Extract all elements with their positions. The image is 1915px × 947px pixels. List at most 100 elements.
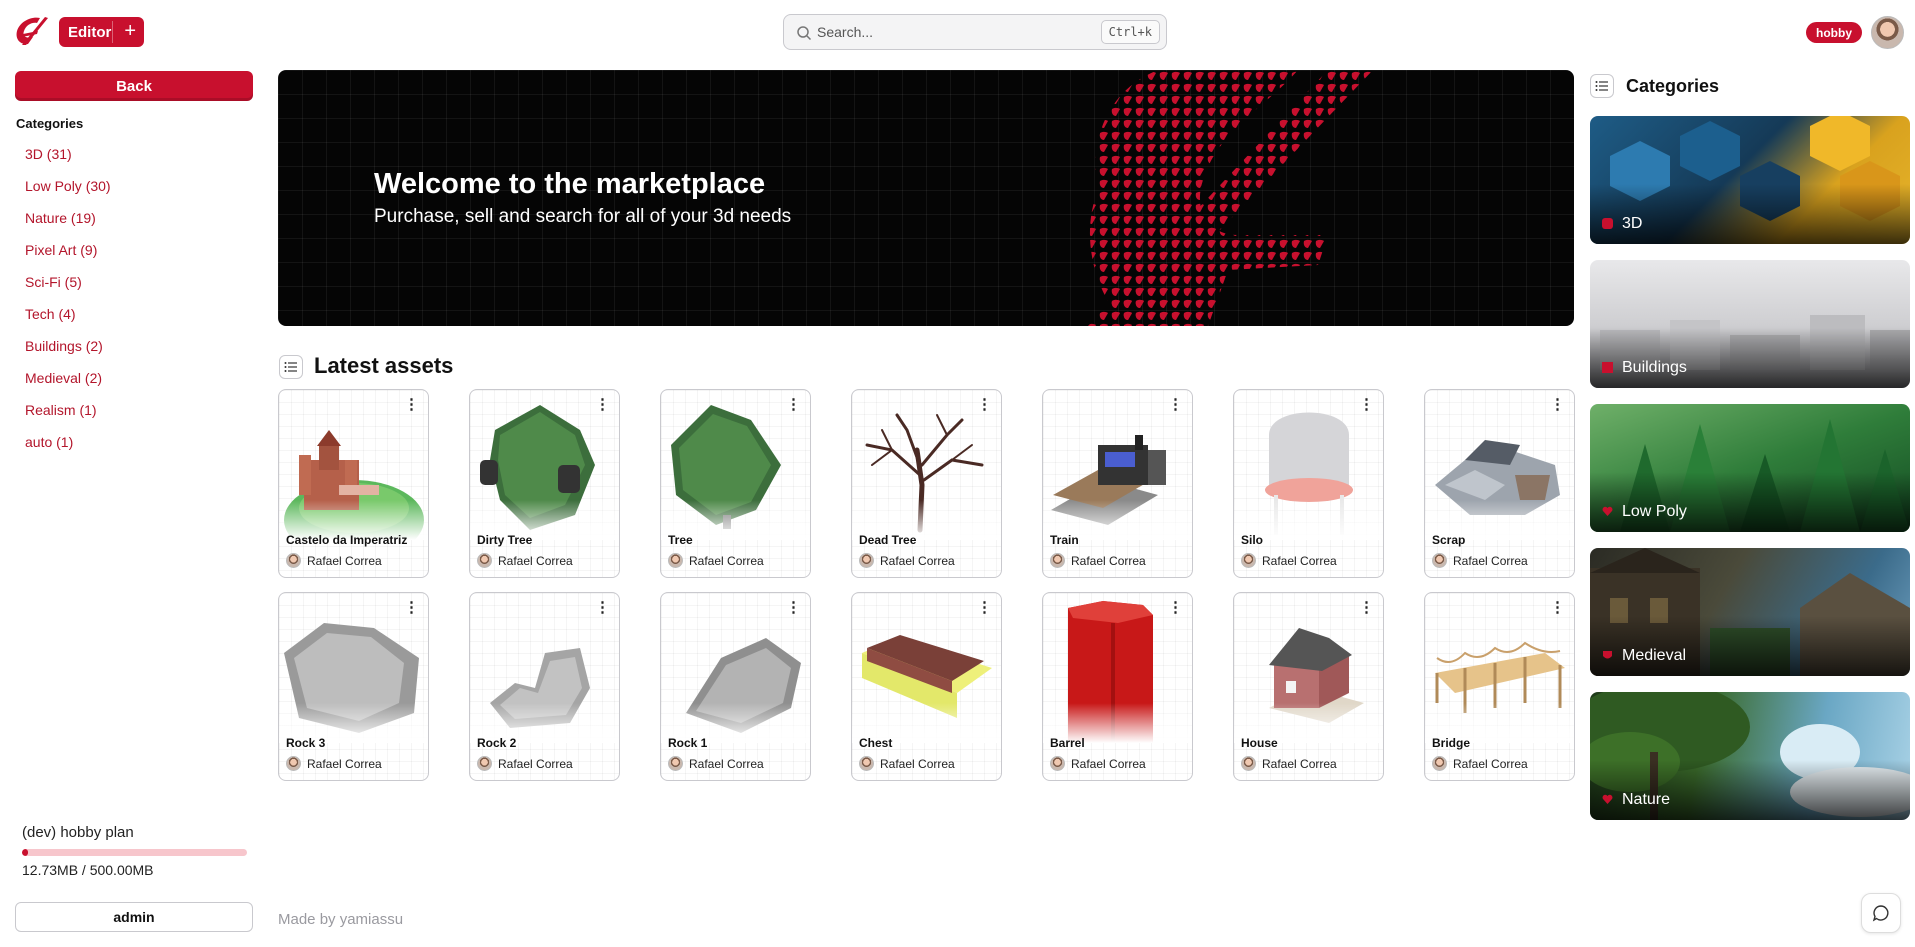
asset-author[interactable]: Rafael Correa	[286, 553, 382, 568]
back-button[interactable]: Back	[15, 71, 253, 101]
asset-card[interactable]: ⋮ Rock 1 Rafael Correa	[660, 592, 811, 781]
category-glyph-icon	[1602, 794, 1613, 804]
sidebar-item-tech[interactable]: Tech (4)	[25, 304, 111, 336]
category-label: 3D	[1622, 215, 1643, 232]
kebab-menu-icon[interactable]: ⋮	[404, 600, 419, 615]
asset-card[interactable]: ⋮ House Rafael Correa	[1233, 592, 1384, 781]
sidebar-item-3d[interactable]: 3D (31)	[25, 144, 111, 176]
kebab-menu-icon[interactable]: ⋮	[595, 600, 610, 615]
asset-card[interactable]: ⋮ Scrap Rafael Correa	[1424, 389, 1575, 578]
sidebar-item-pixel-art[interactable]: Pixel Art (9)	[25, 240, 111, 272]
category-glyph-icon	[1602, 218, 1613, 229]
asset-author[interactable]: Rafael Correa	[1050, 756, 1146, 771]
asset-card[interactable]: ⋮ Tree Rafael Correa	[660, 389, 811, 578]
storage-progress-fill	[22, 849, 28, 856]
asset-author[interactable]: Rafael Correa	[1241, 756, 1337, 771]
editor-button[interactable]: Editor +	[59, 17, 144, 47]
asset-name: Tree	[668, 533, 693, 547]
author-avatar	[286, 553, 301, 568]
search-icon	[797, 26, 812, 41]
chat-button[interactable]	[1861, 893, 1901, 933]
sidebar-item-low-poly[interactable]: Low Poly (30)	[25, 176, 111, 208]
asset-author[interactable]: Rafael Correa	[859, 553, 955, 568]
search-placeholder: Search...	[817, 24, 874, 40]
author-avatar	[1241, 756, 1256, 771]
author-avatar	[477, 553, 492, 568]
storage-progress-bar	[22, 849, 247, 856]
sidebar-item-medieval[interactable]: Medieval (2)	[25, 368, 111, 400]
asset-card[interactable]: ⋮ Rock 3 Rafael Correa	[278, 592, 429, 781]
asset-name: Scrap	[1432, 533, 1466, 547]
asset-name: Dirty Tree	[477, 533, 533, 547]
kebab-menu-icon[interactable]: ⋮	[1168, 600, 1183, 615]
asset-author[interactable]: Rafael Correa	[1241, 553, 1337, 568]
asset-card[interactable]: ⋮ Train Rafael Correa	[1042, 389, 1193, 578]
author-avatar	[668, 553, 683, 568]
sidebar-item-nature[interactable]: Nature (19)	[25, 208, 111, 240]
footer-credit: Made by yamiassu	[278, 911, 404, 928]
asset-author[interactable]: Rafael Correa	[477, 756, 573, 771]
asset-card[interactable]: ⋮ Barrel Rafael Correa	[1042, 592, 1193, 781]
asset-author[interactable]: Rafael Correa	[1432, 553, 1528, 568]
kebab-menu-icon[interactable]: ⋮	[1168, 397, 1183, 412]
asset-name: Rock 1	[668, 736, 708, 750]
asset-author[interactable]: Rafael Correa	[1432, 756, 1528, 771]
asset-author[interactable]: Rafael Correa	[477, 553, 573, 568]
user-menu-button[interactable]: admin	[15, 902, 253, 932]
kebab-menu-icon[interactable]: ⋮	[786, 600, 801, 615]
kebab-menu-icon[interactable]: ⋮	[977, 397, 992, 412]
category-card-buildings[interactable]: Buildings	[1590, 260, 1910, 388]
category-card-low-poly[interactable]: Low Poly	[1590, 404, 1910, 532]
author-avatar	[859, 553, 874, 568]
kebab-menu-icon[interactable]: ⋮	[1359, 397, 1374, 412]
asset-name: Rock 2	[477, 736, 517, 750]
asset-card[interactable]: ⋮ Dirty Tree Rafael Correa	[469, 389, 620, 578]
author-avatar	[859, 756, 874, 771]
category-label: Nature	[1622, 791, 1671, 808]
logo-icon[interactable]	[14, 15, 48, 47]
latest-assets-title: Latest assets	[314, 353, 454, 378]
storage-plan: (dev) hobby plan 12.73MB / 500.00MB	[22, 824, 250, 878]
author-avatar	[1432, 553, 1447, 568]
asset-card[interactable]: ⋮ Silo Rafael Correa	[1233, 389, 1384, 578]
author-avatar	[286, 756, 301, 771]
asset-name: Chest	[859, 736, 893, 750]
category-card-medieval[interactable]: Medieval	[1590, 548, 1910, 676]
asset-card[interactable]: ⋮ Castelo da Imperatriz Rafael Correa	[278, 389, 429, 578]
list-icon	[1590, 74, 1614, 98]
category-label: Medieval	[1622, 647, 1687, 664]
category-glyph-icon	[1602, 506, 1613, 516]
asset-name: Rock 3	[286, 736, 326, 750]
asset-author[interactable]: Rafael Correa	[668, 553, 764, 568]
sidebar-category-list: 3D (31) Low Poly (30) Nature (19) Pixel …	[25, 144, 111, 464]
asset-card[interactable]: ⋮ Rock 2 Rafael Correa	[469, 592, 620, 781]
storage-usage: 12.73MB / 500.00MB	[22, 862, 154, 878]
asset-author[interactable]: Rafael Correa	[859, 756, 955, 771]
category-label: Low Poly	[1622, 503, 1687, 520]
plus-icon[interactable]: +	[124, 20, 136, 43]
sidebar-item-auto[interactable]: auto (1)	[25, 432, 111, 464]
kebab-menu-icon[interactable]: ⋮	[977, 600, 992, 615]
kebab-menu-icon[interactable]: ⋮	[1550, 397, 1565, 412]
sidebar-item-realism[interactable]: Realism (1)	[25, 400, 111, 432]
chat-icon	[1872, 905, 1889, 922]
sidebar-item-sci-fi[interactable]: Sci-Fi (5)	[25, 272, 111, 304]
kebab-menu-icon[interactable]: ⋮	[595, 397, 610, 412]
asset-card[interactable]: ⋮ Bridge Rafael Correa	[1424, 592, 1575, 781]
search-input[interactable]: Search... Ctrl+k	[783, 14, 1167, 50]
asset-author[interactable]: Rafael Correa	[1050, 553, 1146, 568]
kebab-menu-icon[interactable]: ⋮	[1359, 600, 1374, 615]
kebab-menu-icon[interactable]: ⋮	[1550, 600, 1565, 615]
asset-author[interactable]: Rafael Correa	[286, 756, 382, 771]
plan-name: (dev) hobby plan	[22, 824, 134, 841]
asset-author[interactable]: Rafael Correa	[668, 756, 764, 771]
sidebar-item-buildings[interactable]: Buildings (2)	[25, 336, 111, 368]
asset-card[interactable]: ⋮ Chest Rafael Correa	[851, 592, 1002, 781]
kebab-menu-icon[interactable]: ⋮	[404, 397, 419, 412]
asset-card[interactable]: ⋮ Dead Tree Rafael Correa	[851, 389, 1002, 578]
category-card-3d[interactable]: 3D	[1590, 116, 1910, 244]
user-avatar[interactable]	[1871, 16, 1904, 49]
kebab-menu-icon[interactable]: ⋮	[786, 397, 801, 412]
category-card-nature[interactable]: Nature	[1590, 692, 1910, 820]
plan-badge: hobby	[1806, 22, 1862, 43]
